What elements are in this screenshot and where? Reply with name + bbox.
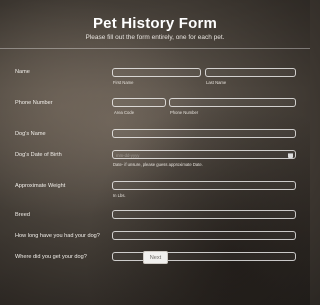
phone-number-input[interactable] bbox=[169, 98, 296, 107]
weight-label: Approximate Weight bbox=[15, 183, 66, 189]
weight-input[interactable] bbox=[112, 181, 296, 190]
breed-input[interactable] bbox=[112, 210, 296, 219]
dob-placeholder: mm-dd-yyyy bbox=[116, 152, 140, 158]
dob-input[interactable]: mm-dd-yyyy bbox=[112, 150, 296, 159]
breed-label: Breed bbox=[15, 212, 30, 218]
header-divider bbox=[0, 48, 310, 49]
phone-label: Phone Number bbox=[15, 100, 53, 106]
how-long-input[interactable] bbox=[112, 231, 296, 240]
page-title: Pet History Form bbox=[92, 15, 218, 32]
where-label: Where did you get your dog? bbox=[15, 254, 87, 260]
area-code-input[interactable] bbox=[112, 98, 166, 107]
page-subtitle: Please fill out the form entirely, one f… bbox=[85, 34, 225, 41]
first-name-sublabel: First Name bbox=[113, 80, 134, 85]
weight-unit: In Lbs. bbox=[113, 193, 126, 198]
phone-number-sublabel: Phone Number bbox=[170, 110, 199, 115]
where-input[interactable] bbox=[112, 252, 296, 261]
calendar-icon[interactable] bbox=[288, 152, 293, 158]
first-name-input[interactable] bbox=[112, 68, 201, 77]
name-label: Name bbox=[15, 69, 30, 75]
next-button[interactable]: Next bbox=[143, 251, 168, 264]
area-code-sublabel: Area Code bbox=[114, 110, 135, 115]
how-long-label: How long have you had your dog? bbox=[15, 233, 100, 239]
dog-name-input[interactable] bbox=[112, 129, 296, 138]
last-name-input[interactable] bbox=[205, 68, 296, 77]
dob-label: Dog's Date of Birth bbox=[15, 152, 62, 158]
dob-hint: Date- if unsure, please guess approximat… bbox=[113, 162, 203, 167]
dog-name-label: Dog's Name bbox=[15, 131, 46, 137]
last-name-sublabel: Last Name bbox=[206, 80, 227, 85]
